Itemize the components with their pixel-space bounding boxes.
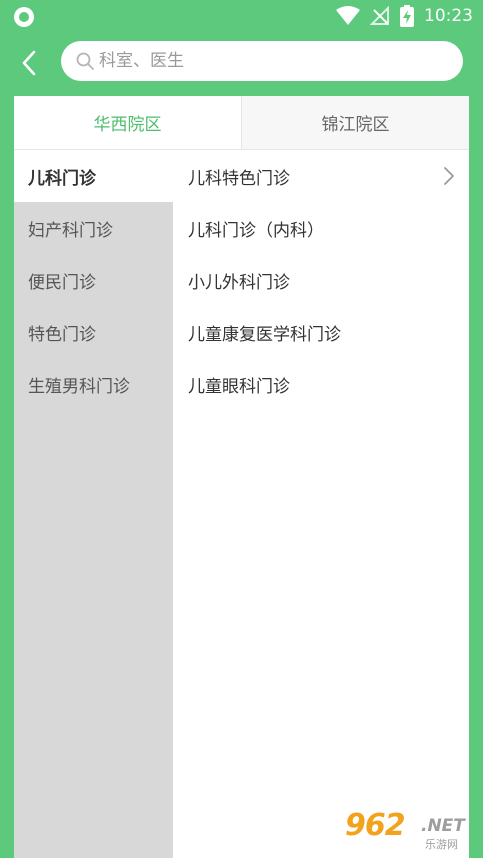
chevron-left-icon bbox=[22, 50, 36, 76]
list-item-pediatric-special[interactable]: 儿科特色门诊 bbox=[173, 150, 469, 202]
list-item-pediatric-surgery[interactable]: 小儿外科门诊 bbox=[173, 254, 469, 306]
app-icon bbox=[14, 7, 34, 27]
search-box[interactable] bbox=[61, 41, 463, 81]
header bbox=[0, 34, 483, 96]
watermark-subtext: 乐游网 bbox=[425, 838, 458, 851]
tab-jinjiang-campus[interactable]: 锦江院区 bbox=[241, 96, 469, 149]
watermark-number: 962 bbox=[345, 808, 406, 843]
back-button[interactable] bbox=[12, 46, 46, 80]
menu-item-pediatrics[interactable]: 儿科门诊 bbox=[14, 150, 173, 202]
menu-item-convenience-clinic[interactable]: 便民门诊 bbox=[14, 254, 173, 306]
list-item-label: 儿童眼科门诊 bbox=[188, 376, 290, 397]
list-item-child-ophthalmology[interactable]: 儿童眼科门诊 bbox=[173, 358, 469, 410]
watermark-net: .NET bbox=[421, 816, 465, 836]
department-panel: 华西院区 锦江院区 儿科门诊 妇产科门诊 便民门诊 特色门诊 生殖男科门诊 儿科… bbox=[14, 96, 469, 858]
list-item-label: 儿童康复医学科门诊 bbox=[188, 324, 341, 345]
list-item-label: 儿科特色门诊 bbox=[188, 168, 290, 189]
menu-item-special-clinic[interactable]: 特色门诊 bbox=[14, 306, 173, 358]
list-item-label: 儿科门诊（内科） bbox=[188, 220, 324, 241]
chevron-right-icon bbox=[444, 167, 454, 185]
search-icon bbox=[76, 52, 94, 70]
search-input[interactable] bbox=[99, 51, 439, 71]
status-bar: 10:23 bbox=[0, 0, 483, 34]
menu-item-reproductive-andrology[interactable]: 生殖男科门诊 bbox=[14, 358, 173, 410]
campus-tabs: 华西院区 锦江院区 bbox=[14, 96, 469, 150]
list-item-pediatric-internal[interactable]: 儿科门诊（内科） bbox=[173, 202, 469, 254]
status-time: 10:23 bbox=[424, 6, 473, 26]
menu-item-obstetrics-gynecology[interactable]: 妇产科门诊 bbox=[14, 202, 173, 254]
department-list: 儿科特色门诊 儿科门诊（内科） 小儿外科门诊 儿童康复医学科门诊 儿童眼科门诊 bbox=[173, 150, 469, 858]
no-signal-icon bbox=[370, 6, 390, 26]
tab-huaxi-campus[interactable]: 华西院区 bbox=[14, 96, 241, 149]
status-icons: 10:23 bbox=[336, 5, 473, 27]
battery-charging-icon bbox=[400, 5, 414, 27]
watermark-logo: 962 .NET 乐游网 bbox=[345, 806, 479, 856]
list-item-child-rehabilitation[interactable]: 儿童康复医学科门诊 bbox=[173, 306, 469, 358]
department-category-menu: 儿科门诊 妇产科门诊 便民门诊 特色门诊 生殖男科门诊 bbox=[14, 150, 173, 858]
list-item-label: 小儿外科门诊 bbox=[188, 272, 290, 293]
wifi-icon bbox=[336, 6, 360, 26]
